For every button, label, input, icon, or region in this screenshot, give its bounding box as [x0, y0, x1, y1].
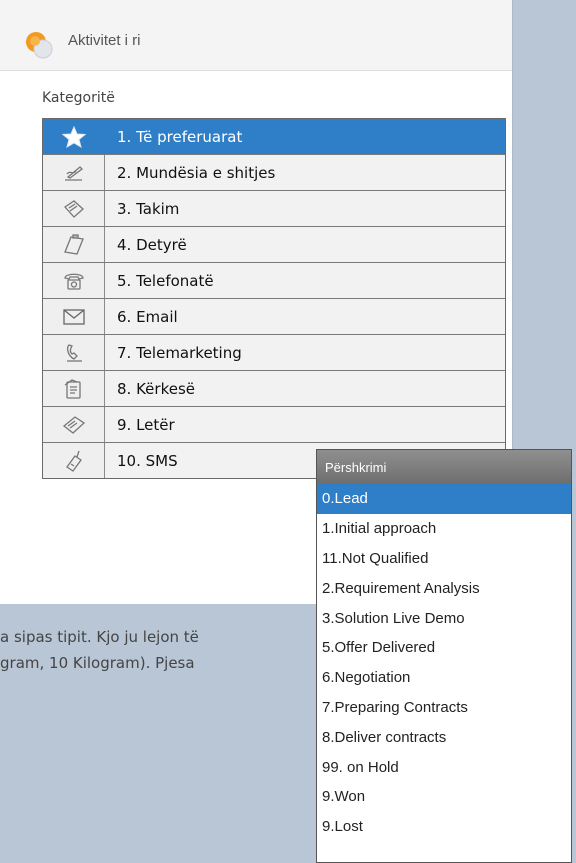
- body-text-line: gram, 10 Kilogram). Pjesa: [0, 654, 195, 672]
- category-list: 1. Të preferuarat 2. Mundësia e shitjes …: [42, 118, 506, 479]
- category-label: 2. Mundësia e shitjes: [105, 155, 505, 190]
- category-label: 9. Letër: [105, 407, 505, 442]
- category-label: 3. Takim: [105, 191, 505, 226]
- envelope-icon: [43, 299, 105, 334]
- category-item-telemarketing[interactable]: 7. Telemarketing: [43, 335, 505, 371]
- dropdown-option[interactable]: 99. on Hold: [317, 752, 571, 782]
- mobile-phone-icon: [43, 443, 105, 478]
- meeting-icon: [43, 191, 105, 226]
- category-label: 7. Telemarketing: [105, 335, 505, 370]
- dropdown-option[interactable]: 8.Deliver contracts: [317, 722, 571, 752]
- category-label: 5. Telefonatë: [105, 263, 505, 298]
- description-dropdown-list: Përshkrimi 0.Lead 1.Initial approach 11.…: [316, 449, 572, 863]
- task-icon: [43, 227, 105, 262]
- dropdown-option[interactable]: 3.Solution Live Demo: [317, 603, 571, 633]
- body-text-line: a sipas tipit. Kjo ju lejon të: [0, 628, 199, 646]
- dropdown-option[interactable]: 7.Preparing Contracts: [317, 693, 571, 723]
- dropdown-option[interactable]: 0.Lead: [317, 484, 571, 514]
- title-bar: Aktivitet i ri: [0, 0, 512, 71]
- category-item-meeting[interactable]: 3. Takim: [43, 191, 505, 227]
- phone-icon: [43, 263, 105, 298]
- categories-label: Kategoritë: [42, 90, 115, 106]
- category-item-phone-call[interactable]: 5. Telefonatë: [43, 263, 505, 299]
- category-item-favorites[interactable]: 1. Të preferuarat: [43, 119, 505, 155]
- dropdown-option[interactable]: 5.Offer Delivered: [317, 633, 571, 663]
- category-item-email[interactable]: 6. Email: [43, 299, 505, 335]
- dropdown-option[interactable]: 1.Initial approach: [317, 514, 571, 544]
- category-item-task[interactable]: 4. Detyrë: [43, 227, 505, 263]
- dropdown-option[interactable]: 9.Lost: [317, 812, 571, 842]
- category-label: 8. Kërkesë: [105, 371, 505, 406]
- category-item-letter[interactable]: 9. Letër: [43, 407, 505, 443]
- category-item-opportunity[interactable]: 2. Mundësia e shitjes: [43, 155, 505, 191]
- window-title: Aktivitet i ri: [68, 32, 141, 49]
- request-icon: [43, 371, 105, 406]
- category-item-request[interactable]: 8. Kërkesë: [43, 371, 505, 407]
- category-label: 4. Detyrë: [105, 227, 505, 262]
- dropdown-option[interactable]: 11.Not Qualified: [317, 544, 571, 574]
- telemarketing-icon: [43, 335, 105, 370]
- dropdown-option[interactable]: 9.Won: [317, 782, 571, 812]
- opportunity-icon: [43, 155, 105, 190]
- star-icon: [43, 119, 105, 154]
- dropdown-option[interactable]: 2.Requirement Analysis: [317, 573, 571, 603]
- letter-icon: [43, 407, 105, 442]
- dropdown-header: Përshkrimi: [317, 450, 571, 484]
- app-logo-icon: [24, 30, 54, 60]
- category-label: 1. Të preferuarat: [105, 119, 505, 154]
- category-label: 6. Email: [105, 299, 505, 334]
- dropdown-option[interactable]: 6.Negotiation: [317, 663, 571, 693]
